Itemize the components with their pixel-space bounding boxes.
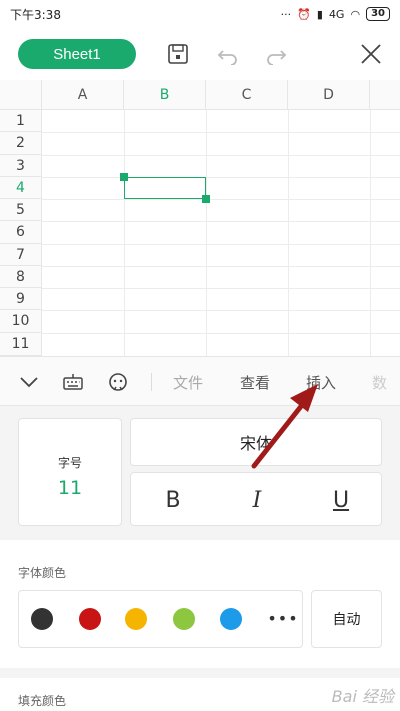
grid-line [42,199,400,200]
row-header-7[interactable]: 7 [0,244,42,266]
grid-line [42,177,400,178]
row-header-6[interactable]: 6 [0,221,42,244]
network-type: 4G [328,7,345,21]
row-header-1[interactable]: 1 [0,110,42,132]
grid-line [42,132,400,133]
column-header-d[interactable]: D [288,80,370,110]
grid-corner [0,80,42,110]
grid-line [42,310,400,311]
row-header-4[interactable]: 4 [0,177,42,199]
tab-file[interactable]: 文件 [173,372,203,393]
spreadsheet-grid[interactable]: A B C D 1 2 3 4 5 6 7 8 9 10 11 [0,80,400,356]
keyboard-icon[interactable] [60,369,86,395]
font-size-label: 字号 [57,456,82,470]
grid-line [42,244,400,245]
grid-line [124,110,125,356]
font-color-section: 字体颜色 ••• 自动 [0,540,400,684]
chevron-down-icon[interactable] [16,369,42,395]
bold-button[interactable]: B [131,473,215,527]
font-name-value: 宋体 [239,434,272,453]
sheet-tab-button[interactable]: Sheet1 [18,39,136,69]
signal-icon: ▮ [316,7,323,21]
color-swatch-blue[interactable] [220,608,242,630]
font-color-title: 字体颜色 [18,566,67,580]
color-swatch-row: ••• [18,590,303,648]
row-header-3[interactable]: 3 [0,155,42,177]
assistant-icon[interactable] [105,369,131,395]
tab-view[interactable]: 查看 [240,372,270,393]
font-size-value: 11 [57,477,83,499]
row-header-11[interactable]: 11 [0,333,42,356]
column-header-partial[interactable] [370,80,400,110]
grid-line [42,266,400,267]
selected-cell-b4[interactable] [124,177,206,199]
status-icons: ··· ⏰ ▮ 4G ◠ 30 [281,7,390,21]
more-colors-icon[interactable]: ••• [267,607,297,629]
tab-separator [151,373,152,391]
row-header-5[interactable]: 5 [0,199,42,221]
more-dots-icon: ··· [280,7,292,21]
top-toolbar: Sheet1 [0,28,400,80]
font-name-select[interactable]: 宋体 [130,418,382,466]
close-icon[interactable] [357,40,385,68]
selection-handle-bottom-right[interactable] [202,195,210,203]
save-icon[interactable] [164,40,192,68]
row-header-2[interactable]: 2 [0,132,42,155]
tab-insert[interactable]: 插入 [306,372,336,393]
auto-color-button[interactable]: 自动 [311,590,382,648]
underline-button[interactable]: U [299,473,383,527]
alarm-icon: ⏰ [297,7,311,21]
italic-button[interactable]: I [215,473,299,527]
row-header-8[interactable]: 8 [0,266,42,288]
grid-line [206,110,207,356]
color-swatch-yellow[interactable] [125,608,147,630]
tab-data[interactable]: 数 [372,372,387,393]
watermark: Bai 经验 [331,687,394,706]
grid-line [370,110,371,356]
color-swatch-red[interactable] [79,608,101,630]
column-header-c[interactable]: C [206,80,288,110]
font-size-card[interactable]: 字号 11 [18,418,122,526]
wifi-icon: ◠ [350,7,361,21]
column-header-b[interactable]: B [124,80,206,110]
status-bar: 下午3:38 ··· ⏰ ▮ 4G ◠ 30 [0,0,400,28]
status-time: 下午3:38 [10,7,61,22]
redo-icon[interactable] [262,40,290,68]
font-style-group: B I U [130,472,382,526]
column-header-a[interactable]: A [42,80,124,110]
undo-icon[interactable] [214,40,242,68]
row-header-10[interactable]: 10 [0,310,42,333]
selection-handle-top-left[interactable] [120,173,128,181]
bottom-tab-bar: 文件 查看 插入 数 [0,356,400,406]
battery-icon: 30 [366,7,390,21]
fill-color-title: 填充颜色 [18,694,67,708]
grid-line [42,155,400,156]
grid-line [42,221,400,222]
format-panel: 字号 11 宋体 B I U 字体颜色 ••• 自动 填充颜色 [0,406,400,711]
grid-line [288,110,289,356]
color-swatch-green[interactable] [173,608,195,630]
grid-line [42,333,400,334]
row-header-9[interactable]: 9 [0,288,42,310]
grid-line [42,288,400,289]
color-swatch-black[interactable] [31,608,53,630]
